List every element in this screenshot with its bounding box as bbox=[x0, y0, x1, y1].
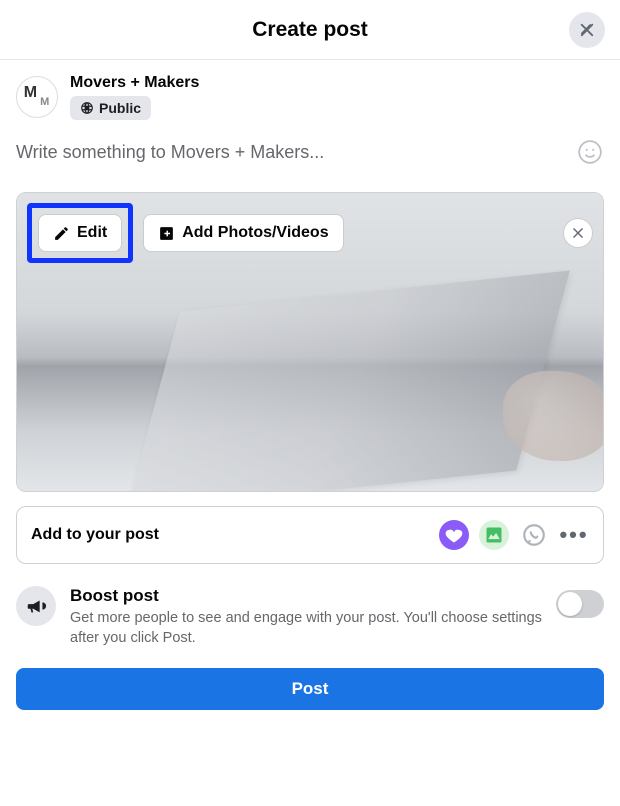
boost-toggle[interactable] bbox=[556, 590, 604, 618]
close-icon bbox=[571, 226, 585, 240]
add-media-icon bbox=[158, 225, 175, 242]
dialog-title: Create post bbox=[252, 18, 368, 42]
megaphone-avatar bbox=[16, 586, 56, 626]
add-media-label: Add Photos/Videos bbox=[182, 224, 328, 242]
dialog-header: Create post bbox=[0, 0, 620, 60]
add-to-post-icons: ••• bbox=[439, 520, 589, 550]
compose-area[interactable]: Write something to Movers + Makers... bbox=[0, 120, 620, 176]
more-options-button[interactable]: ••• bbox=[559, 520, 589, 550]
add-to-post-bar[interactable]: Add to your post ••• bbox=[16, 506, 604, 564]
whatsapp-icon bbox=[521, 522, 547, 548]
boost-text: Boost post Get more people to see and en… bbox=[70, 586, 542, 648]
author-name: Movers + Makers bbox=[70, 74, 199, 92]
privacy-selector[interactable]: Public bbox=[70, 96, 151, 120]
add-to-post-label: Add to your post bbox=[31, 526, 439, 544]
author-info: Movers + Makers Public bbox=[70, 74, 199, 120]
heart-chat-icon bbox=[444, 525, 464, 545]
compose-placeholder: Write something to Movers + Makers... bbox=[16, 142, 576, 163]
smiley-icon bbox=[577, 139, 603, 165]
whatsapp-button[interactable] bbox=[519, 520, 549, 550]
avatar-initial: M bbox=[24, 84, 37, 102]
photo-icon bbox=[484, 525, 504, 545]
author-row: MM Movers + Makers Public bbox=[0, 60, 620, 120]
page-avatar[interactable]: MM bbox=[16, 76, 58, 118]
toggle-knob bbox=[558, 592, 582, 616]
edit-label: Edit bbox=[77, 224, 107, 242]
post-button[interactable]: Post bbox=[16, 668, 604, 710]
close-button[interactable] bbox=[569, 12, 605, 48]
remove-media-button[interactable] bbox=[563, 218, 593, 248]
media-controls: Edit Add Photos/Videos bbox=[27, 203, 593, 263]
pencil-icon bbox=[53, 225, 70, 242]
megaphone-icon bbox=[25, 595, 47, 617]
feeling-activity-button[interactable] bbox=[439, 520, 469, 550]
tutorial-highlight: Edit bbox=[27, 203, 133, 263]
add-photos-videos-button[interactable]: Add Photos/Videos bbox=[143, 214, 343, 252]
photo-video-button[interactable] bbox=[479, 520, 509, 550]
ellipsis-icon: ••• bbox=[559, 524, 588, 546]
emoji-picker-button[interactable] bbox=[576, 138, 604, 166]
privacy-label: Public bbox=[99, 100, 141, 116]
close-icon bbox=[578, 21, 596, 39]
globe-icon bbox=[80, 101, 94, 115]
boost-description: Get more people to see and engage with y… bbox=[70, 609, 542, 648]
boost-post-row: Boost post Get more people to see and en… bbox=[16, 586, 604, 648]
media-preview: Edit Add Photos/Videos bbox=[16, 192, 604, 492]
boost-title: Boost post bbox=[70, 586, 542, 606]
edit-media-button[interactable]: Edit bbox=[38, 214, 122, 252]
